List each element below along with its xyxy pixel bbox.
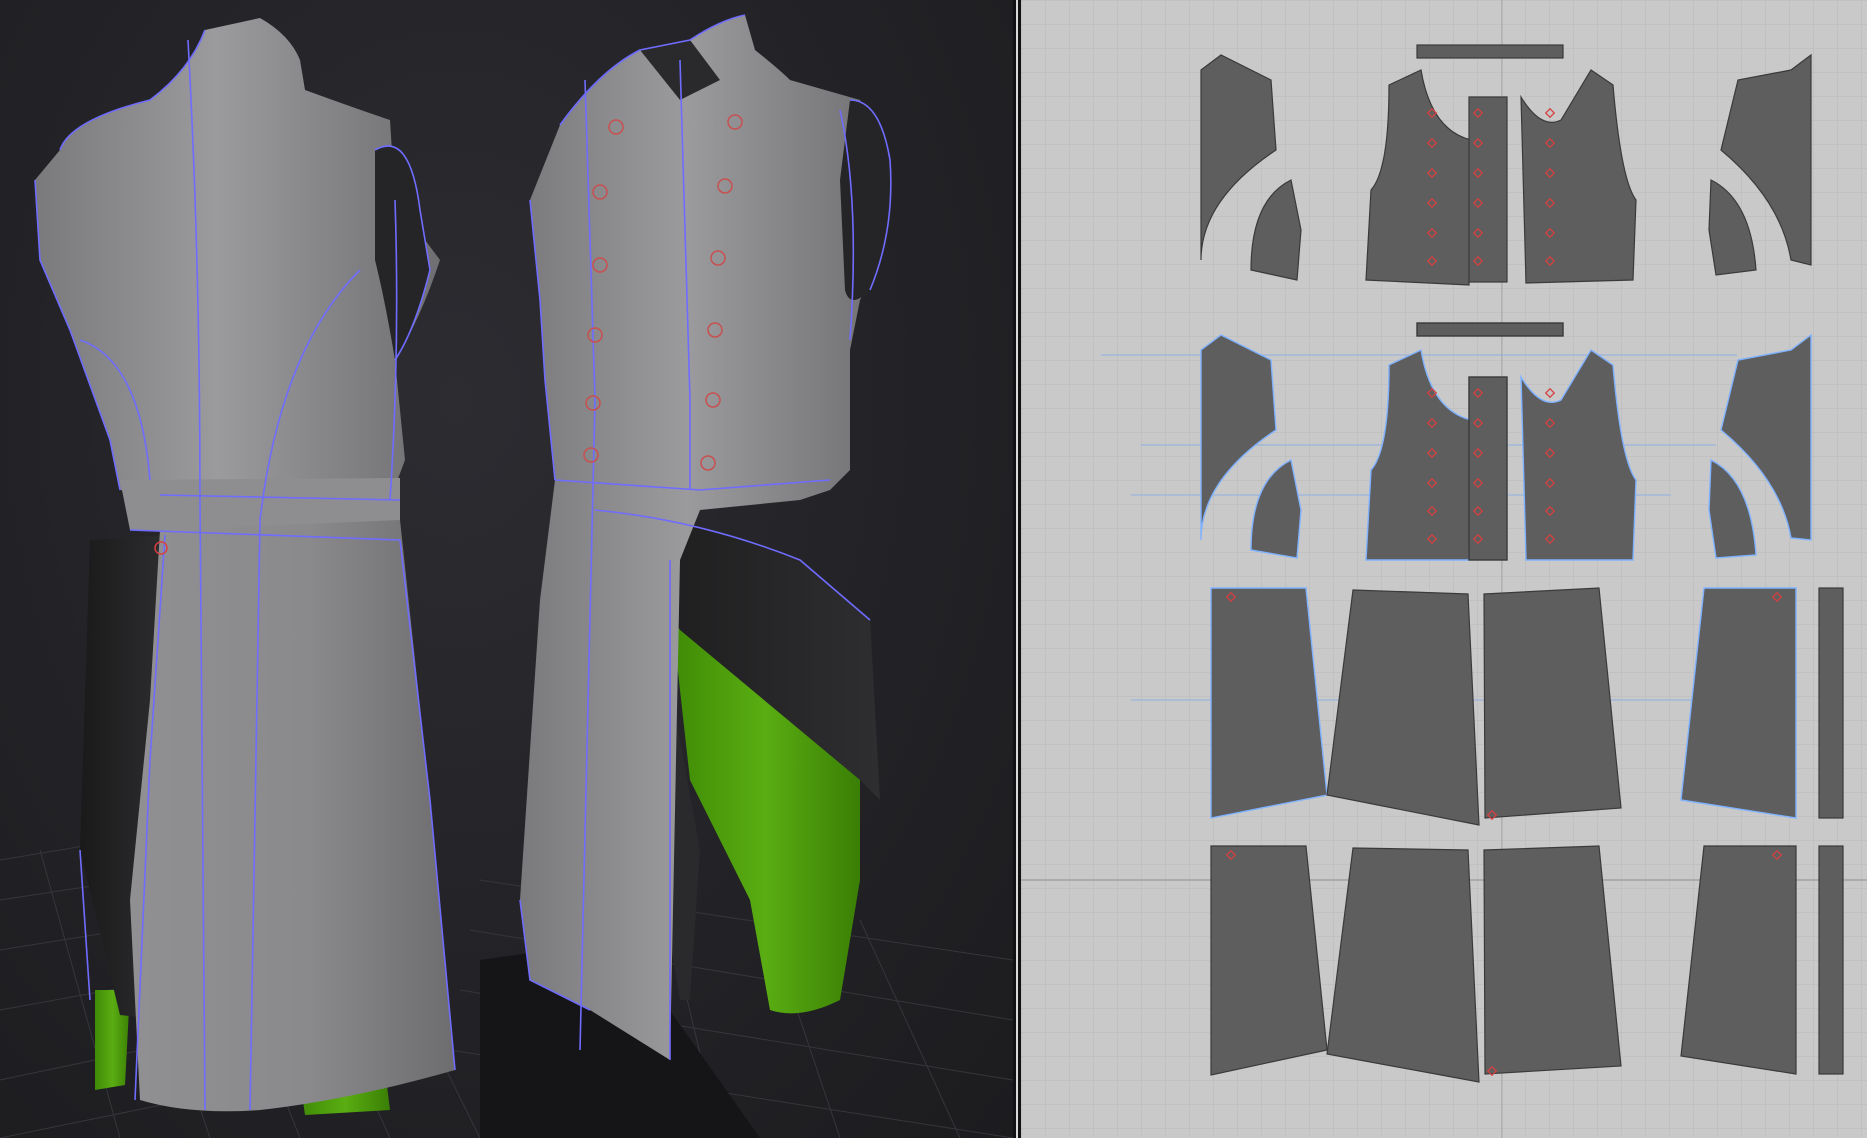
pattern-piece-placket-2 — [1468, 376, 1508, 561]
pattern-piece-skirt-7 — [1483, 845, 1622, 1075]
2d-pattern-viewport[interactable] — [1021, 0, 1867, 1138]
pattern-canvas[interactable] — [1021, 0, 1867, 1138]
pattern-piece-strip-2 — [1818, 845, 1844, 1075]
pattern-piece-skirt-5 — [1210, 845, 1328, 1076]
garment-back-view[interactable] — [34, 18, 456, 1115]
garment-design-app — [0, 0, 1867, 1138]
pattern-piece-strip-1 — [1818, 587, 1844, 819]
pattern-piece-placket — [1468, 96, 1508, 283]
viewport-split-divider[interactable] — [1013, 0, 1021, 1138]
pattern-row-3 — [1210, 587, 1844, 826]
pattern-piece-collar-1 — [1416, 44, 1564, 59]
garment-front-view[interactable] — [519, 14, 892, 1060]
3d-viewport[interactable] — [0, 0, 1013, 1138]
pattern-piece-skirt-6 — [1326, 847, 1480, 1083]
3d-scene[interactable] — [0, 0, 1013, 1138]
pattern-piece-skirt-1 — [1210, 587, 1328, 819]
pattern-row-4 — [1210, 845, 1844, 1083]
pattern-piece-skirt-2 — [1326, 589, 1480, 826]
skirt-back — [130, 520, 455, 1112]
pattern-piece-collar-2 — [1416, 322, 1564, 337]
pattern-piece-skirt-3 — [1483, 587, 1622, 819]
